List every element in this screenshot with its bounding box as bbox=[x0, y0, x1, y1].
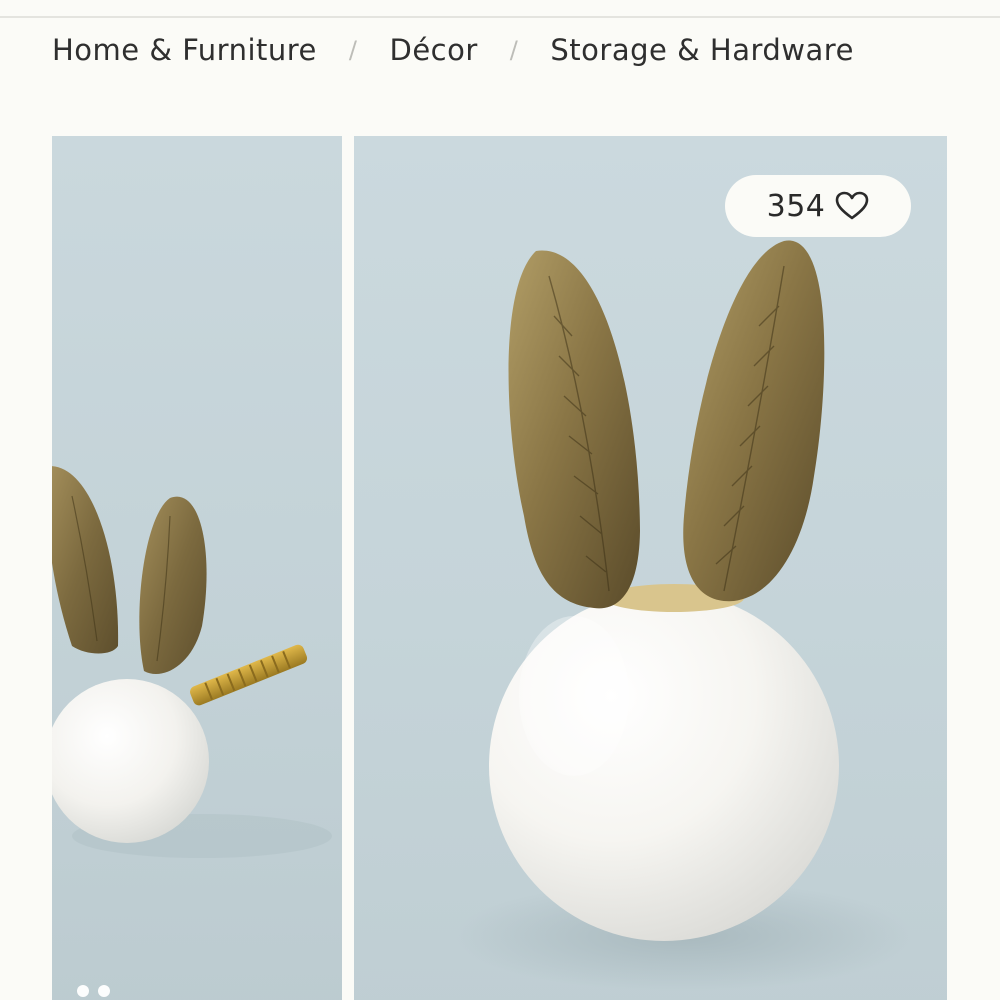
breadcrumb-separator: / bbox=[348, 36, 358, 64]
product-page: Home & Furniture / Décor / Storage & Har… bbox=[0, 0, 1000, 1000]
breadcrumb: Home & Furniture / Décor / Storage & Har… bbox=[52, 30, 854, 70]
product-main-image[interactable] bbox=[354, 136, 947, 1000]
heart-outline-icon bbox=[835, 191, 869, 221]
gallery-dot-1[interactable] bbox=[77, 985, 89, 997]
breadcrumb-home-furniture[interactable]: Home & Furniture bbox=[52, 33, 317, 67]
header-divider bbox=[0, 16, 1000, 18]
bunny-knob-side-view-illustration bbox=[52, 466, 332, 858]
bunny-knob-front-view-illustration bbox=[454, 240, 914, 991]
breadcrumb-storage-hardware[interactable]: Storage & Hardware bbox=[550, 33, 854, 67]
like-count: 354 bbox=[766, 188, 826, 224]
breadcrumb-separator: / bbox=[509, 36, 519, 64]
breadcrumb-decor[interactable]: Décor bbox=[390, 33, 478, 67]
product-thumbnail-image[interactable] bbox=[52, 136, 342, 1000]
gallery-dot-2[interactable] bbox=[98, 985, 110, 997]
like-button[interactable]: 354 bbox=[725, 175, 911, 237]
gallery-pagination-dots bbox=[77, 985, 110, 997]
